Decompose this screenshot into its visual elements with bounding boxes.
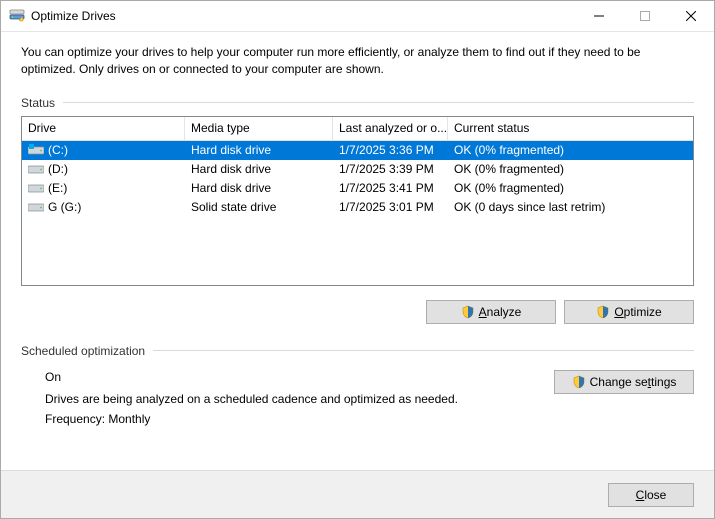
drives-table[interactable]: Drive Media type Last analyzed or o... C… <box>21 116 694 286</box>
table-header[interactable]: Drive Media type Last analyzed or o... C… <box>22 117 693 141</box>
cell-drive: G (G:) <box>22 200 185 214</box>
scheduled-label: Scheduled optimization <box>21 344 145 358</box>
close-button[interactable]: Close <box>608 483 694 507</box>
scheduled-frequency: Frequency: Monthly <box>45 412 554 426</box>
cell-last-analyzed: 1/7/2025 3:01 PM <box>333 200 448 214</box>
title-bar: Optimize Drives <box>1 1 714 32</box>
col-last-analyzed[interactable]: Last analyzed or o... <box>333 117 448 140</box>
cell-current-status: OK (0% fragmented) <box>448 162 693 176</box>
cell-drive: (E:) <box>22 181 185 195</box>
shield-icon <box>572 375 586 389</box>
table-row[interactable]: (C:) Hard disk drive1/7/2025 3:36 PMOK (0… <box>22 141 693 160</box>
table-row[interactable]: G (G:) Solid state drive1/7/2025 3:01 PMO… <box>22 198 693 217</box>
analyze-label: nalyze <box>487 305 522 319</box>
table-row[interactable]: (D:) Hard disk drive1/7/2025 3:39 PMOK (0… <box>22 160 693 179</box>
drive-name: (E:) <box>48 181 67 195</box>
cell-current-status: OK (0% fragmented) <box>448 181 693 195</box>
shield-icon <box>596 305 610 319</box>
window-title: Optimize Drives <box>31 9 576 23</box>
col-current-status[interactable]: Current status <box>448 117 693 140</box>
status-label: Status <box>21 96 55 110</box>
drive-icon <box>28 201 44 213</box>
app-icon <box>9 8 25 24</box>
cell-drive: (C:) <box>22 143 185 157</box>
maximize-button <box>622 1 668 31</box>
cell-current-status: OK (0 days since last retrim) <box>448 200 693 214</box>
col-drive[interactable]: Drive <box>22 117 185 140</box>
cell-media-type: Hard disk drive <box>185 162 333 176</box>
drive-icon <box>28 144 44 156</box>
table-row[interactable]: (E:) Hard disk drive1/7/2025 3:41 PMOK (0… <box>22 179 693 198</box>
cell-media-type: Solid state drive <box>185 200 333 214</box>
drive-name: (D:) <box>48 162 68 176</box>
description-text: You can optimize your drives to help you… <box>21 44 694 78</box>
drive-name: G (G:) <box>48 200 81 214</box>
cell-media-type: Hard disk drive <box>185 143 333 157</box>
drive-icon <box>28 163 44 175</box>
minimize-button[interactable] <box>576 1 622 31</box>
scheduled-state: On <box>45 370 554 384</box>
cell-last-analyzed: 1/7/2025 3:36 PM <box>333 143 448 157</box>
footer: Close <box>1 470 714 518</box>
cell-media-type: Hard disk drive <box>185 181 333 195</box>
close-window-button[interactable] <box>668 1 714 31</box>
cell-last-analyzed: 1/7/2025 3:39 PM <box>333 162 448 176</box>
col-media-type[interactable]: Media type <box>185 117 333 140</box>
close-label: lose <box>644 488 666 502</box>
analyze-button[interactable]: Analyze <box>426 300 556 324</box>
shield-icon <box>461 305 475 319</box>
status-section-label: Status <box>21 96 694 110</box>
change-settings-button[interactable]: Change settings <box>554 370 694 394</box>
cell-current-status: OK (0% fragmented) <box>448 143 693 157</box>
cell-drive: (D:) <box>22 162 185 176</box>
cell-last-analyzed: 1/7/2025 3:41 PM <box>333 181 448 195</box>
scheduled-desc: Drives are being analyzed on a scheduled… <box>45 392 554 406</box>
optimize-button[interactable]: Optimize <box>564 300 694 324</box>
drive-icon <box>28 182 44 194</box>
optimize-label: ptimize <box>624 305 662 319</box>
scheduled-section-label: Scheduled optimization <box>21 344 694 358</box>
drive-name: (C:) <box>48 143 68 157</box>
